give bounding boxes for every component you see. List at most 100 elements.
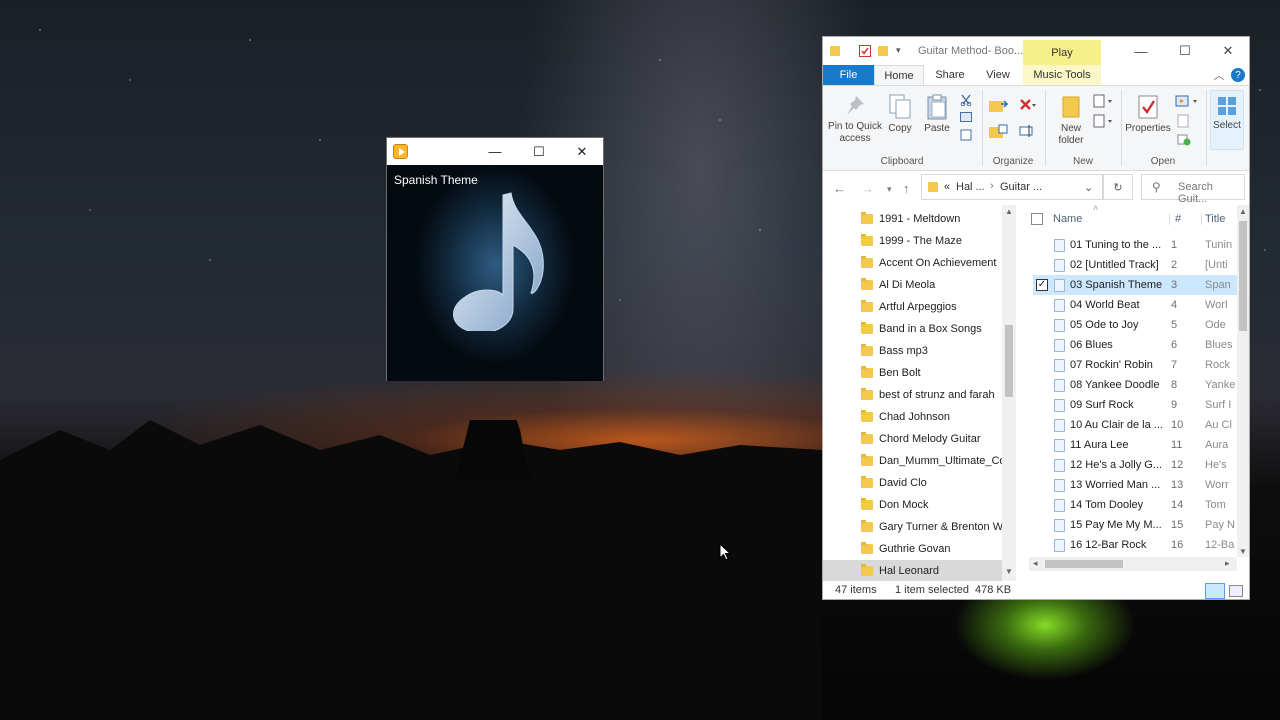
nav-folder[interactable]: Band in a Box Songs <box>861 318 1011 340</box>
now-playing-area[interactable]: Spanish Theme <box>387 165 603 381</box>
scroll-left-icon[interactable]: ◂ <box>1033 558 1038 569</box>
paste-shortcut-icon[interactable] <box>960 129 972 141</box>
navigation-pane[interactable]: 1991 - Meltdown 1999 - The Maze Accent O… <box>823 205 1018 581</box>
column-divider[interactable] <box>1201 213 1202 225</box>
tab-music-tools[interactable]: Music Tools <box>1023 65 1101 85</box>
play-contextual-tab[interactable]: Play <box>1023 40 1101 65</box>
minimize-button[interactable]: — <box>1119 37 1163 65</box>
details-view-icon[interactable] <box>1205 583 1225 599</box>
nav-folder[interactable]: 1991 - Meltdown <box>861 208 1011 230</box>
row-checkbox-checked-icon[interactable]: ✓ <box>1036 279 1048 291</box>
cut-icon[interactable] <box>960 94 972 106</box>
scroll-thumb[interactable] <box>1239 221 1247 331</box>
minimize-button[interactable]: — <box>473 138 517 165</box>
file-row[interactable]: 04 World Beat 4 Worl <box>1033 295 1238 315</box>
new-item-icon[interactable] <box>1093 94 1113 108</box>
file-row[interactable]: 10 Au Clair de la ... 10 Au Cl <box>1033 415 1238 435</box>
select-all-checkbox[interactable] <box>1031 213 1043 225</box>
back-arrow-icon[interactable]: ← <box>833 181 846 196</box>
scroll-up-icon[interactable]: ▲ <box>1239 207 1247 216</box>
scroll-thumb[interactable] <box>1005 325 1013 397</box>
tab-view[interactable]: View <box>975 65 1021 85</box>
refresh-button[interactable]: ↻ <box>1103 174 1133 200</box>
breadcrumb-separator[interactable]: › <box>990 180 994 192</box>
nav-folder[interactable]: Ben Bolt <box>861 362 1011 384</box>
open-icon[interactable] <box>1175 94 1199 108</box>
explorer-titlebar[interactable]: ▾ Guitar Method- Boo... Play — ☐ ✕ <box>823 37 1249 65</box>
properties-button[interactable]: Properties <box>1123 94 1173 135</box>
scroll-down-icon[interactable]: ▼ <box>1005 567 1013 576</box>
file-row[interactable]: 15 Pay Me My M... 15 Pay N <box>1033 515 1238 535</box>
history-icon[interactable] <box>1177 132 1191 146</box>
nav-folder[interactable]: 1999 - The Maze <box>861 230 1011 252</box>
delete-icon[interactable] <box>1019 98 1037 114</box>
column-divider[interactable] <box>1169 213 1170 225</box>
nav-folder[interactable]: Artful Arpeggios <box>861 296 1011 318</box>
file-list[interactable]: ˄ Name # Title 01 Tuning to the ... 1 Tuni… <box>1029 205 1249 581</box>
maximize-button[interactable]: ☐ <box>1163 37 1207 65</box>
nav-folder[interactable]: Chad Johnson <box>861 406 1011 428</box>
tab-file[interactable]: File <box>823 65 874 85</box>
edit-icon[interactable] <box>1177 114 1191 128</box>
nav-folder[interactable]: David Clo <box>861 472 1011 494</box>
tab-share[interactable]: Share <box>927 65 973 85</box>
file-row[interactable]: 12 He's a Jolly G... 12 He's <box>1033 455 1238 475</box>
collapse-ribbon-chevron-icon[interactable]: ︿ <box>1211 65 1227 85</box>
copy-to-icon[interactable] <box>989 124 1009 140</box>
file-row[interactable]: 11 Aura Lee 11 Aura <box>1033 435 1238 455</box>
close-button[interactable]: ✕ <box>1206 37 1249 65</box>
help-icon[interactable]: ? <box>1231 68 1245 82</box>
search-input[interactable]: ⚲ Search Guit... <box>1141 174 1245 205</box>
nav-folder[interactable]: Dan_Mumm_Ultimate_Co <box>861 450 1011 472</box>
properties-icon[interactable] <box>859 45 871 57</box>
file-row[interactable]: 05 Ode to Joy 5 Ode <box>1033 315 1238 335</box>
nav-folder-selected[interactable]: Hal Leonard <box>823 560 1002 581</box>
pin-to-quick-access-button[interactable]: Pin to Quick access <box>827 94 883 145</box>
address-bar[interactable]: « Hal ... › Guitar ... ⌄ <box>921 174 1103 200</box>
maximize-button[interactable]: ☐ <box>517 138 561 165</box>
customize-toolbar-chevron-icon[interactable]: ▾ <box>896 45 906 57</box>
up-arrow-icon[interactable]: ↑ <box>903 181 910 196</box>
file-row[interactable]: 02 [Untitled Track] 2 [Unti <box>1033 255 1238 275</box>
nav-folder[interactable]: Guthrie Govan <box>861 538 1011 560</box>
copy-button[interactable]: Copy <box>885 94 915 135</box>
file-row[interactable]: 08 Yankee Doodle 8 Yanke <box>1033 375 1238 395</box>
file-list-vertical-scrollbar[interactable]: ▲ ▼ <box>1237 205 1249 557</box>
navigation-pane-scrollbar[interactable]: ▲ ▼ <box>1002 205 1016 581</box>
breadcrumb-hal-leonard[interactable]: Hal ... <box>956 181 985 193</box>
recent-locations-chevron-icon[interactable]: ▾ <box>887 184 892 195</box>
nav-folder[interactable]: best of strunz and farah <box>861 384 1011 406</box>
file-row[interactable]: 13 Worried Man ... 13 Worr <box>1033 475 1238 495</box>
nav-folder[interactable]: Gary Turner & Brenton W <box>861 516 1011 538</box>
rename-icon[interactable] <box>1019 124 1035 138</box>
paste-button[interactable]: Paste <box>921 94 953 135</box>
column-header-name[interactable]: Name <box>1053 213 1082 225</box>
easy-access-icon[interactable] <box>1093 114 1113 128</box>
move-to-icon[interactable] <box>989 98 1009 114</box>
breadcrumb-overflow[interactable]: « <box>944 181 950 193</box>
file-row-selected[interactable]: ✓ 03 Spanish Theme 3 Span <box>1033 275 1238 295</box>
close-button[interactable]: ✕ <box>560 138 604 165</box>
scroll-up-icon[interactable]: ▲ <box>1005 207 1013 216</box>
file-row[interactable]: 14 Tom Dooley 14 Tom <box>1033 495 1238 515</box>
scroll-thumb[interactable] <box>1045 560 1123 568</box>
new-folder-icon[interactable] <box>878 45 888 57</box>
nav-folder[interactable]: Al Di Meola <box>861 274 1011 296</box>
nav-folder[interactable]: Chord Melody Guitar <box>861 428 1011 450</box>
file-row[interactable]: 16 12-Bar Rock 16 12-Ba <box>1033 535 1238 555</box>
nav-folder[interactable]: Accent On Achievement <box>861 252 1011 274</box>
scroll-down-icon[interactable]: ▼ <box>1239 547 1247 556</box>
select-button[interactable]: Select <box>1210 90 1244 150</box>
column-header-number[interactable]: # <box>1175 213 1181 225</box>
new-folder-button[interactable]: New folder <box>1051 94 1091 147</box>
file-list-horizontal-scrollbar[interactable]: ◂ ▸ <box>1029 557 1237 571</box>
nav-folder[interactable]: Bass mp3 <box>861 340 1011 362</box>
file-row[interactable]: 01 Tuning to the ... 1 Tunin <box>1033 235 1238 255</box>
file-row[interactable]: 07 Rockin' Robin 7 Rock <box>1033 355 1238 375</box>
large-icons-view-icon[interactable] <box>1229 585 1243 597</box>
copy-path-icon[interactable] <box>960 112 972 122</box>
file-row[interactable]: 06 Blues 6 Blues <box>1033 335 1238 355</box>
column-header-title[interactable]: Title <box>1205 213 1225 225</box>
scroll-right-icon[interactable]: ▸ <box>1225 558 1230 569</box>
address-history-chevron-icon[interactable]: ⌄ <box>1084 181 1093 194</box>
